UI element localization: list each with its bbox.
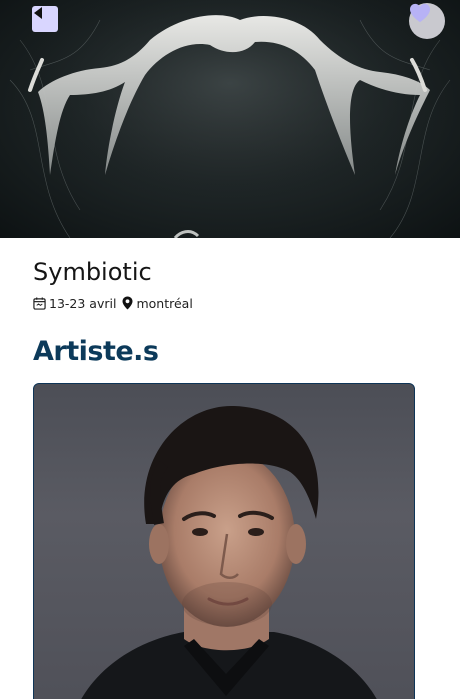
heart-icon <box>410 3 430 23</box>
event-location: montréal <box>136 295 193 311</box>
event-hero-image <box>0 0 460 238</box>
favorite-button[interactable] <box>409 3 445 39</box>
hero-artwork <box>0 0 460 238</box>
event-title: Symbiotic <box>33 258 152 286</box>
artist-portrait <box>81 405 377 699</box>
back-button[interactable] <box>32 6 58 32</box>
artist-card[interactable] <box>33 383 415 699</box>
calendar-icon <box>33 296 46 310</box>
back-arrow-icon <box>34 7 42 19</box>
event-dates: 13-23 avril <box>49 295 117 311</box>
map-pin-icon <box>122 296 133 310</box>
event-meta: 13-23 avril montréal <box>33 295 193 311</box>
artists-section-title: Artiste.s <box>33 336 159 367</box>
